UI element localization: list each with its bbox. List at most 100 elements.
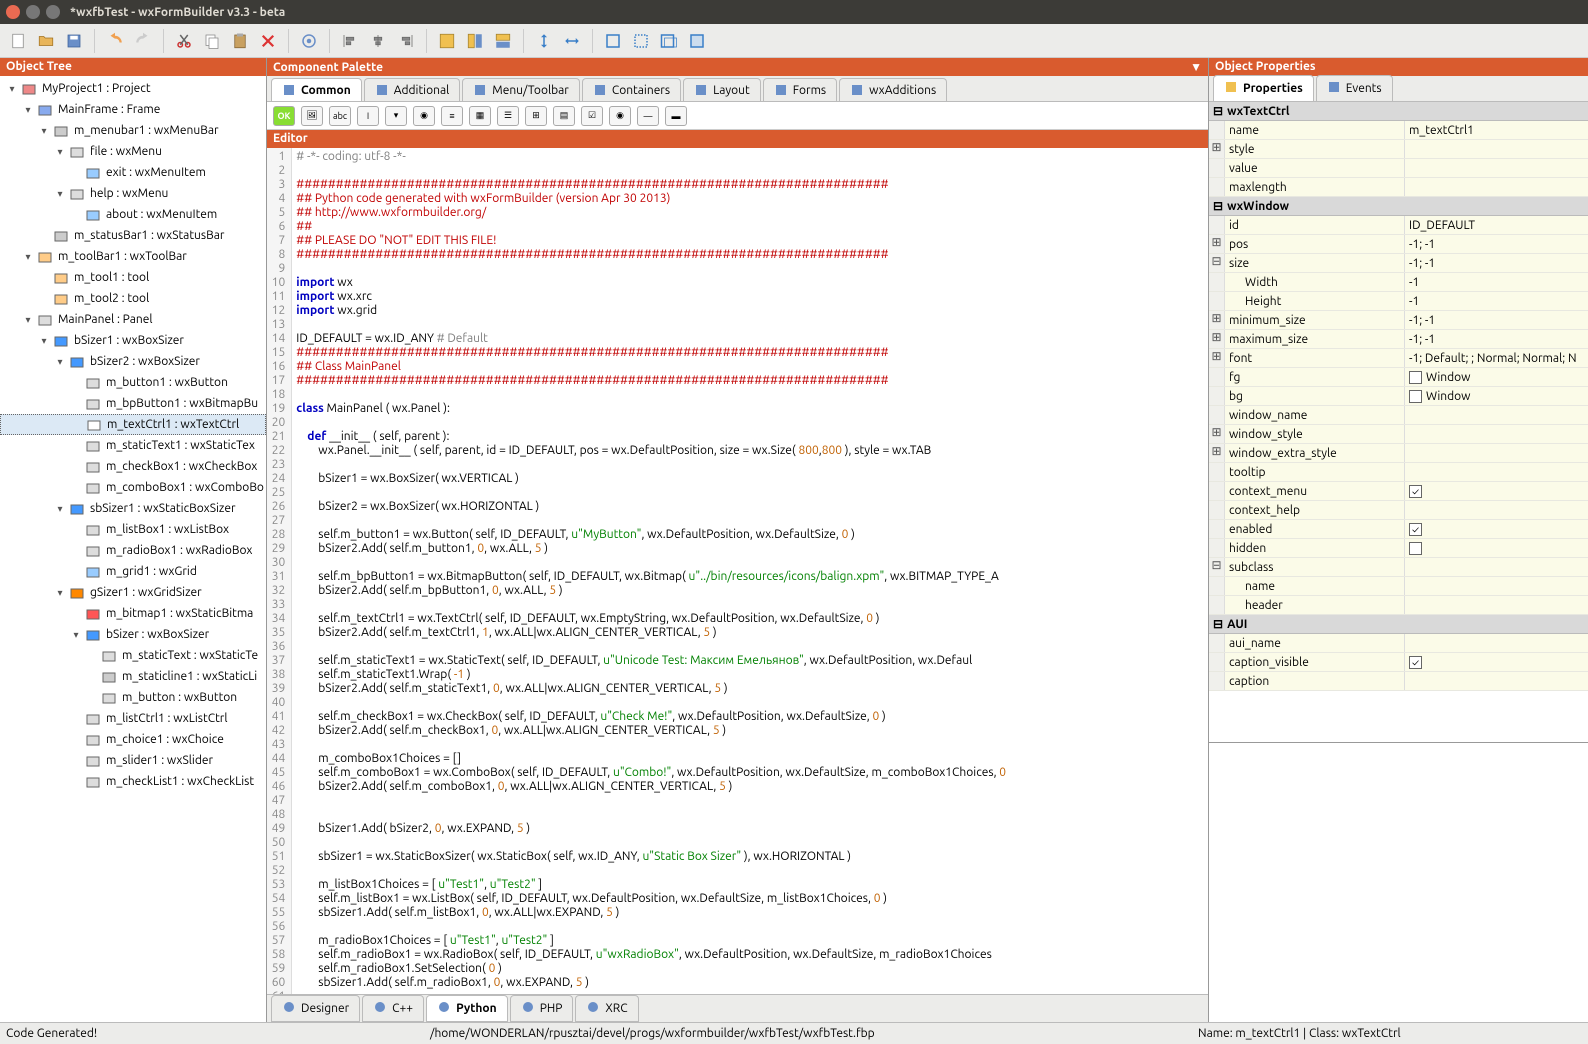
cut-button[interactable]	[172, 29, 196, 53]
collapse-icon[interactable]: ⊟	[1213, 617, 1223, 631]
code-editor[interactable]: 1 2 3 4 5 6 7 8 9 10 11 12 13 14 15 16 1…	[267, 148, 1208, 994]
tree-toggle-icon[interactable]: ▾	[54, 503, 66, 515]
prop-row-subclass[interactable]: ⊟subclass	[1209, 558, 1588, 577]
expand-icon[interactable]: ⊞	[1209, 311, 1225, 329]
prop-value[interactable]	[1405, 463, 1588, 481]
palette-btn-gauge[interactable]: ▬	[665, 106, 687, 126]
expand-icon[interactable]: ⊞	[1209, 235, 1225, 253]
save-button[interactable]	[62, 29, 86, 53]
prop-row-caption_visible[interactable]: caption_visible✓	[1209, 653, 1588, 672]
tree-node-checkbox[interactable]: m_checkBox1 : wxCheckBox	[0, 456, 266, 477]
checkbox-icon[interactable]	[1409, 390, 1422, 403]
bottom-tab-designer[interactable]: Designer	[271, 995, 360, 1022]
tree-toggle-icon[interactable]: ▾	[22, 251, 34, 263]
prop-row-pos[interactable]: ⊞pos-1; -1	[1209, 235, 1588, 254]
prop-value[interactable]	[1405, 634, 1588, 652]
prop-value[interactable]	[1405, 444, 1588, 462]
copy-button[interactable]	[200, 29, 224, 53]
expand-icon[interactable]: ⊟	[1209, 254, 1225, 272]
prop-value[interactable]	[1405, 577, 1588, 595]
prop-row-size[interactable]: ⊟size-1; -1	[1209, 254, 1588, 273]
prop-row-context_menu[interactable]: context_menu✓	[1209, 482, 1588, 501]
checkbox-icon[interactable]	[1409, 371, 1422, 384]
prop-value[interactable]: -1	[1405, 273, 1588, 291]
tree-node-statusbar[interactable]: m_statusBar1 : wxStatusBar	[0, 225, 266, 246]
checkbox-icon[interactable]: ✓	[1409, 523, 1422, 536]
tree-node-bmpbutton[interactable]: m_bpButton1 : wxBitmapBu	[0, 393, 266, 414]
prop-value[interactable]: -1; -1	[1405, 330, 1588, 348]
tree-node-textctrl[interactable]: m_textCtrl1 : wxTextCtrl	[0, 414, 266, 435]
prop-row-enabled[interactable]: enabled✓	[1209, 520, 1588, 539]
tree-node-listbox[interactable]: m_listBox1 : wxListBox	[0, 519, 266, 540]
palette-btn-text[interactable]: I	[357, 106, 379, 126]
prop-value[interactable]: ✓	[1405, 653, 1588, 671]
tree-node-panel[interactable]: ▾MainPanel : Panel	[0, 309, 266, 330]
prop-value[interactable]	[1405, 140, 1588, 158]
prop-value[interactable]: Window	[1405, 368, 1588, 386]
prop-value[interactable]: -1; -1	[1405, 235, 1588, 253]
prop-value[interactable]	[1405, 159, 1588, 177]
tree-toggle-icon[interactable]: ▾	[54, 188, 66, 200]
tree-toggle-icon[interactable]: ▾	[22, 314, 34, 326]
prop-row-context_help[interactable]: context_help	[1209, 501, 1588, 520]
prop-category[interactable]: ⊟wxTextCtrl	[1209, 102, 1588, 121]
object-tree-body[interactable]: ▾MyProject1 : Project▾MainFrame : Frame▾…	[0, 76, 266, 1022]
palette-btn-combo[interactable]: ▾	[385, 106, 407, 126]
palette-btn-radio[interactable]: ◉	[609, 106, 631, 126]
tree-toggle-icon[interactable]: ▾	[54, 146, 66, 158]
generate-button[interactable]	[297, 29, 321, 53]
prop-value[interactable]: m_textCtrl1	[1405, 121, 1588, 139]
palette-btn-spin[interactable]: ◉	[413, 106, 435, 126]
delete-button[interactable]	[256, 29, 280, 53]
tree-node-listctrl[interactable]: m_listCtrl1 : wxListCtrl	[0, 708, 266, 729]
tree-node-combobox[interactable]: m_comboBox1 : wxComboBo	[0, 477, 266, 498]
prop-value[interactable]	[1405, 501, 1588, 519]
tree-toggle-icon[interactable]: ▾	[38, 335, 50, 347]
palette-tab-additional[interactable]: Additional	[364, 78, 461, 101]
tree-node-grid[interactable]: m_grid1 : wxGrid	[0, 561, 266, 582]
palette-btn-bmp[interactable]: 🖼	[301, 106, 323, 126]
prop-tab-properties[interactable]: Properties	[1213, 75, 1314, 101]
border1-button[interactable]	[601, 29, 625, 53]
tree-node-radiobox[interactable]: m_radioBox1 : wxRadioBox	[0, 540, 266, 561]
prop-value[interactable]: -1; -1	[1405, 254, 1588, 272]
palette-tab-menu-toolbar[interactable]: Menu/Toolbar	[462, 78, 580, 101]
tree-node-statictext[interactable]: m_staticText1 : wxStaticTex	[0, 435, 266, 456]
align-right-button[interactable]	[394, 29, 418, 53]
expand-icon[interactable]: ⊞	[1209, 140, 1225, 158]
close-icon[interactable]	[6, 5, 20, 19]
undo-button[interactable]	[103, 29, 127, 53]
palette-btn-ok[interactable]: OK	[273, 106, 295, 126]
border2-button[interactable]	[629, 29, 653, 53]
tree-node-staticline[interactable]: m_staticline1 : wxStaticLi	[0, 666, 266, 687]
tree-node-statictext[interactable]: m_staticText : wxStaticTe	[0, 645, 266, 666]
prop-row-name[interactable]: name	[1209, 577, 1588, 596]
border4-button[interactable]	[685, 29, 709, 53]
palette-btn-abc[interactable]: abc	[329, 106, 351, 126]
align-left-button[interactable]	[338, 29, 362, 53]
prop-value[interactable]	[1405, 558, 1588, 576]
prop-row-font[interactable]: ⊞font-1; Default; ; Normal; Normal; N	[1209, 349, 1588, 368]
prop-value[interactable]: ✓	[1405, 520, 1588, 538]
tree-node-menu[interactable]: ▾help : wxMenu	[0, 183, 266, 204]
tree-node-sizer[interactable]: ▾bSizer1 : wxBoxSizer	[0, 330, 266, 351]
tree-node-choice[interactable]: m_choice1 : wxChoice	[0, 729, 266, 750]
prop-value[interactable]	[1405, 539, 1588, 557]
tree-node-sizer[interactable]: ▾bSizer2 : wxBoxSizer	[0, 351, 266, 372]
tree-toggle-icon[interactable]: ▾	[22, 104, 34, 116]
tree-node-bitmap[interactable]: m_bitmap1 : wxStaticBitma	[0, 603, 266, 624]
tree-toggle-icon[interactable]: ▾	[38, 125, 50, 137]
tree-toggle-icon[interactable]: ▾	[54, 356, 66, 368]
prop-value[interactable]	[1405, 596, 1588, 614]
prop-value[interactable]	[1405, 178, 1588, 196]
prop-value[interactable]: Window	[1405, 387, 1588, 405]
prop-row-minimum_size[interactable]: ⊞minimum_size-1; -1	[1209, 311, 1588, 330]
layout1-button[interactable]	[435, 29, 459, 53]
prop-row-style[interactable]: ⊞style	[1209, 140, 1588, 159]
collapse-icon[interactable]: ⊟	[1213, 104, 1223, 118]
prop-category[interactable]: ⊟AUI	[1209, 615, 1588, 634]
tree-node-toolbar[interactable]: ▾m_toolBar1 : wxToolBar	[0, 246, 266, 267]
expand1-button[interactable]	[532, 29, 556, 53]
bottom-tab-python[interactable]: Python	[426, 995, 508, 1022]
tree-node-project[interactable]: ▾MyProject1 : Project	[0, 78, 266, 99]
